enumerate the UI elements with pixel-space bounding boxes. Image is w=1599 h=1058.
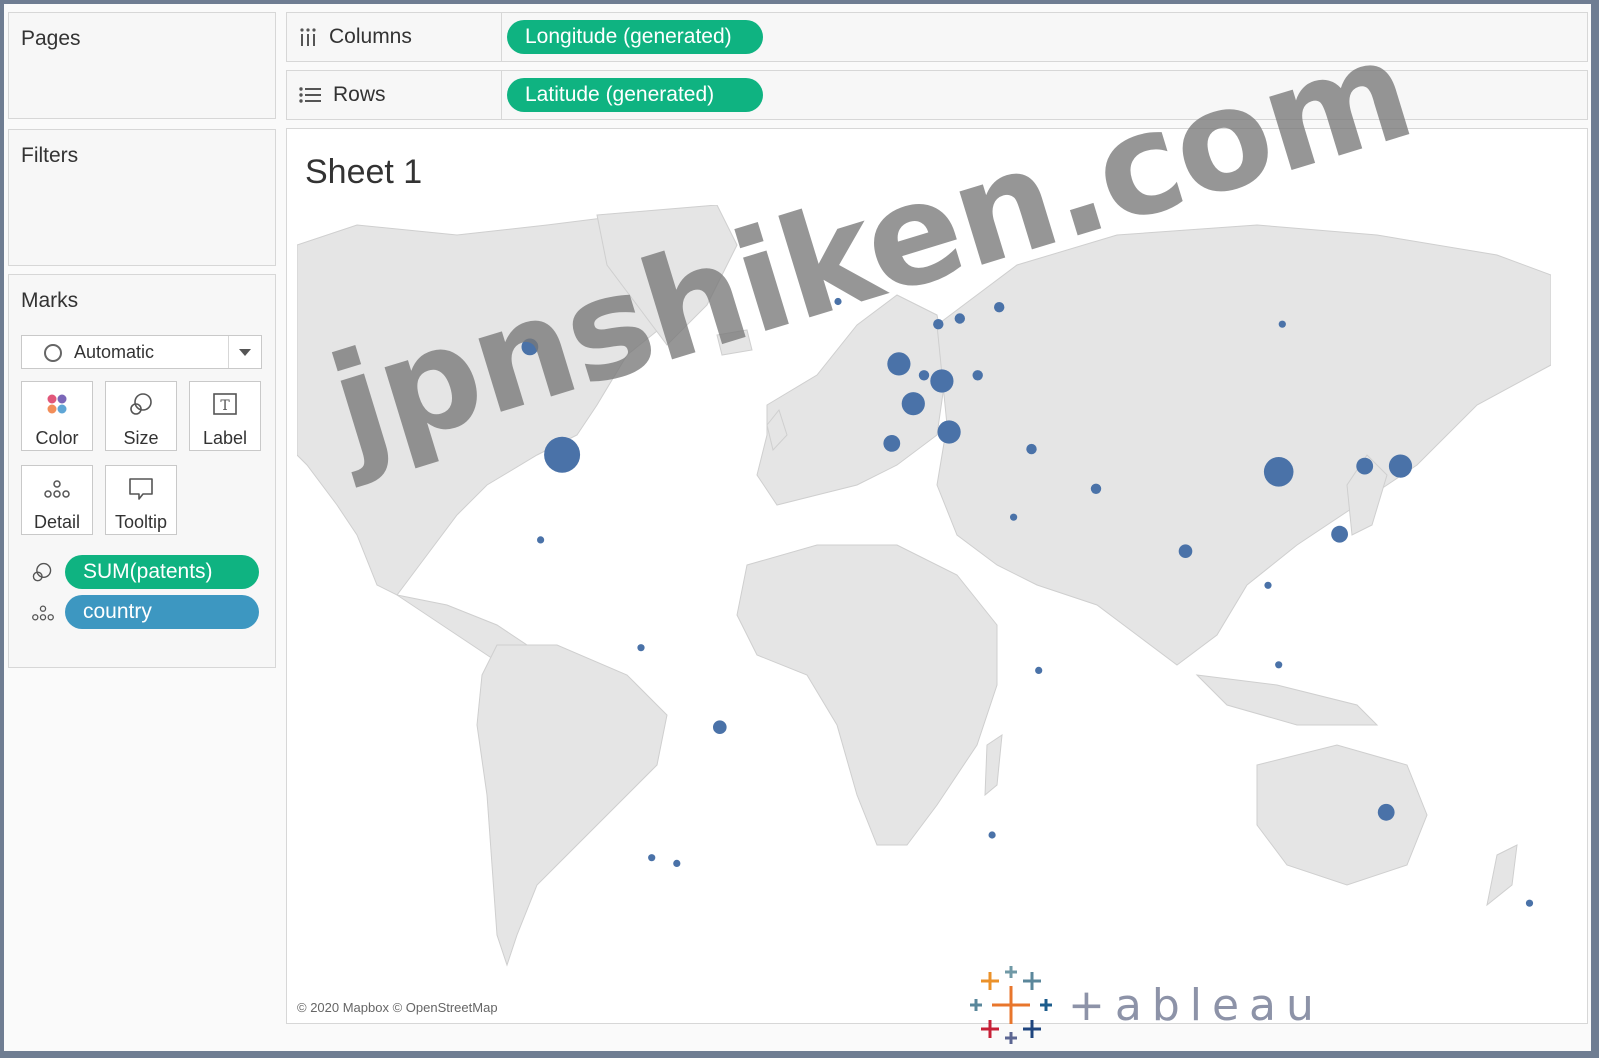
country-mark[interactable] [537,536,545,544]
country-mark[interactable] [637,644,645,652]
dropdown-divider [228,336,229,368]
country-mark[interactable] [883,435,901,452]
label-label: Label [202,428,248,448]
pages-title: Pages [21,27,81,50]
circle-mark-icon [44,344,62,362]
country-mark[interactable] [1035,666,1043,674]
rows-icon [299,87,321,103]
marks-title: Marks [21,289,79,312]
country-mark[interactable] [713,720,727,734]
country-mark[interactable] [1178,544,1193,558]
map-attribution[interactable]: © 2020 Mapbox © OpenStreetMap [297,1000,498,1015]
tooltip-button[interactable]: Tooltip [105,465,177,535]
tooltip-icon [129,478,153,500]
tableau-logo-icon [970,966,1052,1044]
detail-button[interactable]: Detail [21,465,93,535]
sheet-title: Sheet 1 [305,153,423,191]
tableau-wordmark: +ableau [1068,979,1324,1031]
detail-field-row: country [9,595,269,629]
longitude-pill[interactable]: Longitude (generated) [507,20,763,54]
marks-card: Marks Automatic Color Size T Label Detai… [8,274,276,668]
svg-text:T: T [220,398,230,414]
country-mark[interactable] [1525,899,1534,907]
color-label: Color [35,428,79,448]
country-mark[interactable] [994,302,1005,313]
columns-shelf-label: Columns [287,13,502,61]
size-icon [32,562,52,582]
country-mark[interactable] [1331,525,1348,543]
country-mark[interactable] [933,319,944,330]
country-mark[interactable] [673,859,681,868]
size-field-row: SUM(patents) [9,555,269,589]
label-button[interactable]: T Label [189,381,261,451]
country-mark[interactable] [1263,457,1294,487]
country-mark[interactable] [901,392,925,416]
country-mark[interactable] [1026,443,1037,455]
tableau-logo: +ableau [970,964,1324,1046]
size-label: Size [123,428,159,448]
latitude-pill[interactable]: Latitude (generated) [507,78,763,112]
mark-type-value: Automatic [74,342,155,362]
detail-icon [44,480,70,498]
country-mark[interactable] [1278,320,1286,328]
sum-patents-pill[interactable]: SUM(patents) [65,555,259,589]
country-mark[interactable] [954,313,965,324]
country-mark[interactable] [1275,661,1283,669]
tooltip-label: Tooltip [114,512,168,532]
chevron-down-icon[interactable] [239,349,251,356]
mark-type-dropdown[interactable]: Automatic [21,335,262,369]
label-icon: T [213,393,237,415]
country-mark[interactable] [930,369,954,393]
rows-label: Rows [333,83,386,106]
country-mark[interactable] [544,436,581,473]
detail-icon [32,605,54,621]
country-pill[interactable]: country [65,595,259,629]
size-button[interactable]: Size [105,381,177,451]
country-mark[interactable] [937,420,961,444]
country-mark[interactable] [1356,457,1374,475]
pages-shelf[interactable]: Pages [8,12,276,119]
tableau-workspace: Pages Filters Marks Automatic Color Size… [4,4,1591,1051]
country-mark[interactable] [918,370,930,381]
columns-label: Columns [329,25,412,48]
country-mark[interactable] [648,854,656,862]
size-icon [130,393,152,415]
filters-title: Filters [21,144,79,167]
color-icon [47,394,67,414]
country-mark[interactable] [1388,454,1413,478]
country-mark[interactable] [1264,581,1272,589]
country-mark[interactable] [1090,483,1102,494]
country-mark[interactable] [1377,803,1395,821]
country-mark[interactable] [887,352,911,376]
detail-label: Detail [33,512,81,532]
country-mark[interactable] [988,831,996,839]
columns-icon [300,28,316,46]
rows-shelf-label: Rows [287,71,502,119]
country-mark[interactable] [1010,513,1018,521]
filters-shelf[interactable]: Filters [8,129,276,266]
color-button[interactable]: Color [21,381,93,451]
country-mark[interactable] [972,370,983,381]
